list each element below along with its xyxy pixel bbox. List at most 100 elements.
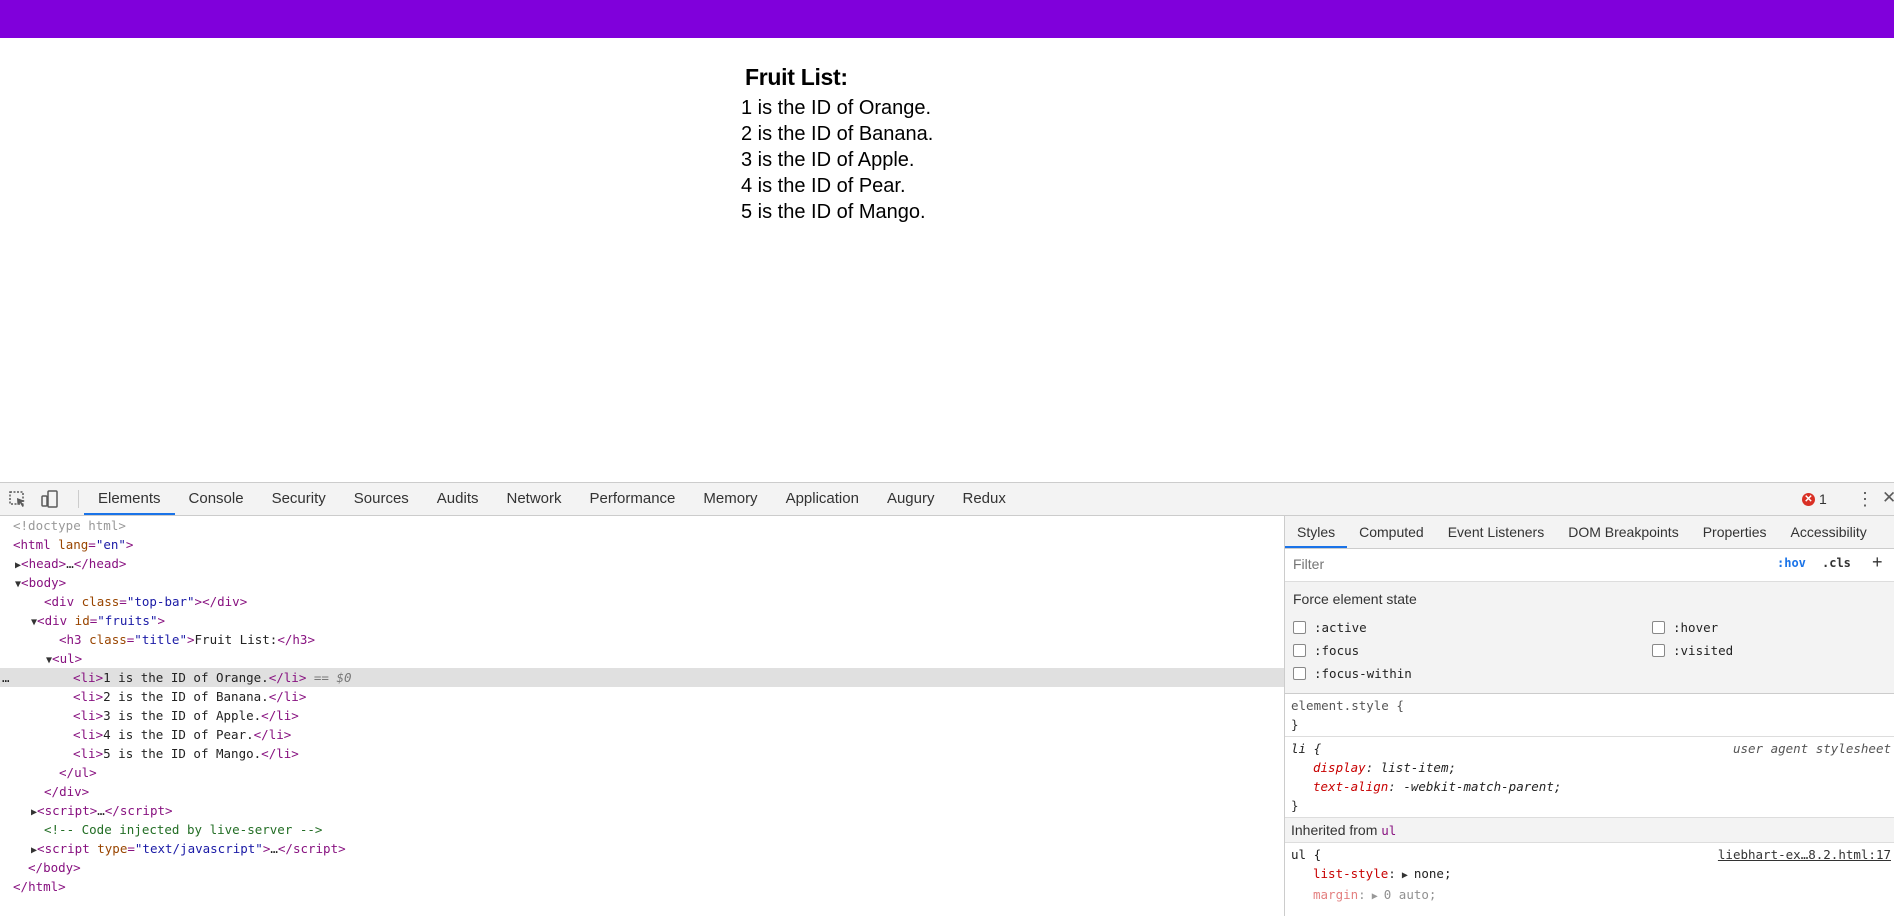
checkbox-icon: [1293, 621, 1306, 634]
li-close-tag: li: [276, 708, 292, 723]
tree-line-html-close[interactable]: </html>: [13, 877, 1284, 896]
devtools-tabs: Elements Console Security Sources Audits…: [84, 483, 1020, 515]
tab-network[interactable]: Network: [493, 483, 576, 515]
state-visited-checkbox[interactable]: :visited: [1652, 643, 1733, 658]
tab-sources[interactable]: Sources: [340, 483, 423, 515]
declaration[interactable]: text-align: -webkit-match-parent;: [1291, 777, 1889, 796]
hov-toggle[interactable]: :hov: [1777, 556, 1806, 570]
state-hover-checkbox[interactable]: :hover: [1652, 620, 1718, 635]
expand-triangle-icon[interactable]: ▶: [1396, 870, 1414, 881]
inspect-element-icon[interactable]: [8, 490, 28, 508]
li-close-tag: li: [283, 670, 299, 685]
tree-line-ul-close[interactable]: </ul>: [59, 763, 1284, 782]
tree-line-div-close[interactable]: </div>: [44, 782, 1284, 801]
tab-properties[interactable]: Properties: [1691, 516, 1779, 548]
tree-line-top-bar[interactable]: <div class="top-bar"></div>: [44, 592, 1284, 611]
list-item: 4 is the ID of Pear.: [741, 175, 906, 197]
tree-line-script-js[interactable]: ▶<script type="text/javascript">…</scrip…: [31, 839, 1284, 858]
property-value: -webkit-match-parent;: [1403, 779, 1562, 794]
tree-line-comment[interactable]: <!-- Code injected by live-server -->: [44, 820, 1284, 839]
tab-performance[interactable]: Performance: [576, 483, 690, 515]
property-name: text-align: [1313, 779, 1389, 794]
close-icon[interactable]: ✕: [1882, 488, 1894, 508]
tab-accessibility[interactable]: Accessibility: [1779, 516, 1879, 548]
tree-line-body-close[interactable]: </body>: [28, 858, 1284, 877]
tree-line-doctype[interactable]: <!doctype html>: [13, 516, 1284, 535]
tab-redux[interactable]: Redux: [948, 483, 1019, 515]
body-tag: body: [28, 575, 59, 590]
class-value: "title": [134, 632, 187, 647]
tree-line-li[interactable]: <li>2 is the ID of Banana.</li>: [73, 687, 1284, 706]
head-close-tag: head: [88, 556, 119, 571]
tab-security[interactable]: Security: [258, 483, 340, 515]
li-text: 5 is the ID of Mango.: [103, 746, 262, 761]
tree-line-ul[interactable]: ▼<ul>: [46, 649, 1284, 668]
li-close-tag: li: [276, 746, 292, 761]
property-name: display: [1313, 760, 1366, 775]
rule-source-link[interactable]: liebhart-ex…8.2.html:17: [1718, 845, 1891, 864]
inherited-label: Inherited from: [1291, 822, 1378, 838]
li-tag: li: [80, 708, 96, 723]
tab-elements[interactable]: Elements: [84, 483, 175, 515]
tree-line-head[interactable]: ▶<head>…</head>: [15, 554, 1284, 573]
comment-node: <!-- Code injected by live-server -->: [44, 822, 323, 837]
checkbox-icon: [1652, 621, 1665, 634]
error-counter[interactable]: ✕ 1: [1802, 491, 1827, 507]
tree-line-fruits[interactable]: ▼<div id="fruits">: [31, 611, 1284, 630]
selected-marker: == $0: [313, 670, 352, 685]
tab-audits[interactable]: Audits: [423, 483, 493, 515]
device-toolbar-icon[interactable]: [40, 490, 60, 508]
devtools-toolbar: Elements Console Security Sources Audits…: [0, 483, 1894, 516]
tab-memory[interactable]: Memory: [689, 483, 771, 515]
inherited-tag[interactable]: ul: [1381, 823, 1396, 838]
state-label: :focus-within: [1314, 666, 1412, 681]
tab-application[interactable]: Application: [772, 483, 873, 515]
styles-filter-input[interactable]: [1291, 553, 1765, 575]
state-focus-within-checkbox[interactable]: :focus-within: [1293, 666, 1412, 681]
declaration[interactable]: margin: ▶ 0 auto;: [1291, 885, 1889, 906]
tab-dom-breakpoints[interactable]: DOM Breakpoints: [1556, 516, 1690, 548]
checkbox-icon: [1652, 644, 1665, 657]
id-value: "fruits": [97, 613, 158, 628]
li-text: 3 is the ID of Apple.: [103, 708, 262, 723]
state-label: :active: [1314, 620, 1367, 635]
tree-line-body[interactable]: ▼<body>: [15, 573, 1284, 592]
cls-toggle[interactable]: .cls: [1822, 556, 1851, 570]
li-text: 2 is the ID of Banana.: [103, 689, 269, 704]
elements-tree: <!doctype html> <html lang="en"> ▶<head>…: [0, 516, 1284, 916]
collapsed-ellipsis: …: [66, 556, 74, 571]
li-rule[interactable]: li { user agent stylesheet display: list…: [1285, 737, 1894, 818]
tab-console[interactable]: Console: [175, 483, 258, 515]
li-close-tag: li: [268, 727, 284, 742]
checkbox-icon: [1293, 644, 1306, 657]
list-item: 5 is the ID of Mango.: [741, 201, 926, 223]
ul-rule[interactable]: ul { liebhart-ex…8.2.html:17 list-style:…: [1285, 843, 1894, 908]
declaration[interactable]: list-style: ▶ none;: [1291, 864, 1889, 885]
tree-line-script[interactable]: ▶<script>…</script>: [31, 801, 1284, 820]
tree-line-li[interactable]: <li>5 is the ID of Mango.</li>: [73, 744, 1284, 763]
tab-event-listeners[interactable]: Event Listeners: [1436, 516, 1557, 548]
body-close-tag: body: [43, 860, 74, 875]
state-label: :visited: [1673, 643, 1734, 658]
tab-styles[interactable]: Styles: [1285, 516, 1348, 548]
expand-triangle-icon[interactable]: ▶: [1366, 891, 1384, 902]
tree-line-li-selected[interactable]: … <li>1 is the ID of Orange.</li> == $0: [0, 668, 1284, 687]
tab-computed[interactable]: Computed: [1347, 516, 1436, 548]
declaration[interactable]: display: list-item;: [1291, 758, 1889, 777]
h3-close-tag: h3: [292, 632, 308, 647]
checkbox-icon: [1293, 667, 1306, 680]
h3-tag: h3: [66, 632, 82, 647]
new-rule-button[interactable]: +: [1872, 552, 1883, 573]
type-attr: type: [97, 841, 128, 856]
state-focus-checkbox[interactable]: :focus: [1293, 643, 1359, 658]
element-style-rule[interactable]: element.style { }: [1285, 694, 1894, 737]
more-options-icon[interactable]: ⋮: [1856, 489, 1874, 510]
tab-augury[interactable]: Augury: [873, 483, 949, 515]
line-actions-icon[interactable]: …: [2, 668, 10, 687]
tree-line-li[interactable]: <li>4 is the ID of Pear.</li>: [73, 725, 1284, 744]
tree-line-h3[interactable]: <h3 class="title">Fruit List:</h3>: [59, 630, 1284, 649]
tree-line-li[interactable]: <li>3 is the ID of Apple.</li>: [73, 706, 1284, 725]
state-active-checkbox[interactable]: :active: [1293, 620, 1367, 635]
force-state-title: Force element state: [1293, 591, 1417, 607]
tree-line-html[interactable]: <html lang="en">: [13, 535, 1284, 554]
